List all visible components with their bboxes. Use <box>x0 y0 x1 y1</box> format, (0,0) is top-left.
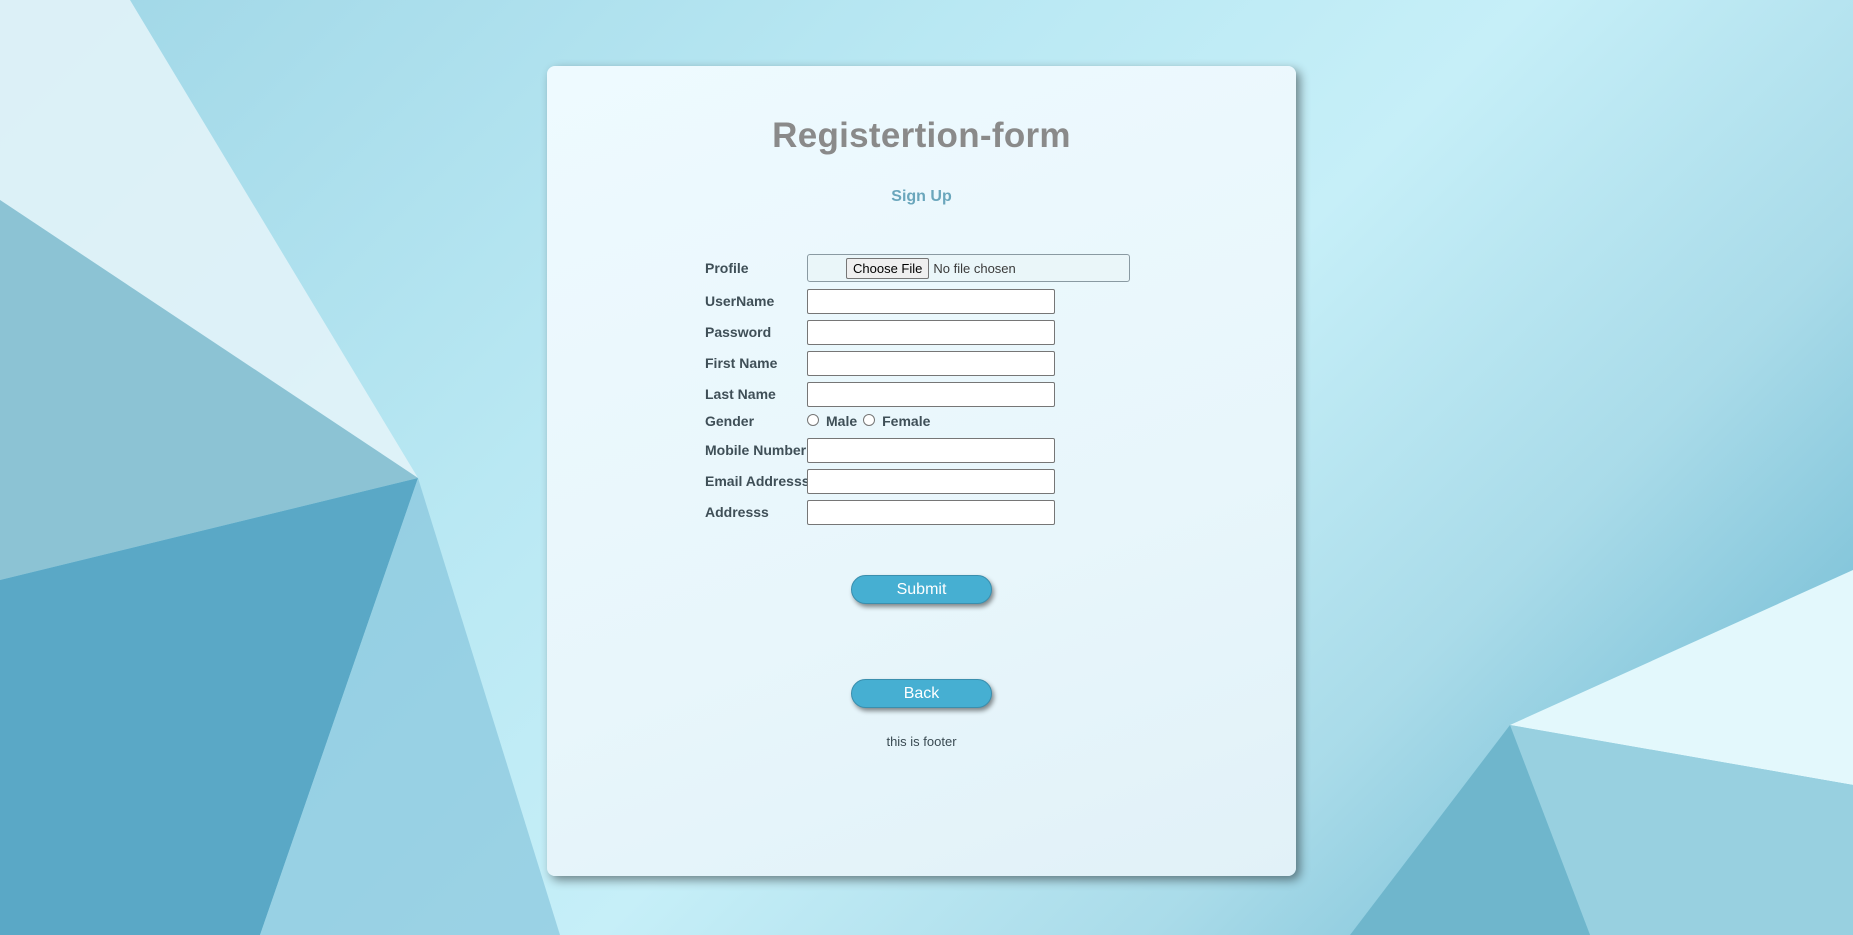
firstname-input[interactable] <box>807 350 1055 376</box>
profile-row: Profile Choose File No file chosen <box>705 253 1130 283</box>
firstname-row: First Name <box>705 350 1055 376</box>
form-subtitle: Sign Up <box>891 188 952 205</box>
password-label: Password <box>705 324 772 340</box>
email-input[interactable] <box>807 468 1055 494</box>
gender-male-radio[interactable] <box>807 413 819 426</box>
firstname-label: First Name <box>705 355 778 371</box>
registration-card: Registertion-form Sign Up Profile Choose… <box>547 66 1296 876</box>
file-status-text: No file chosen <box>933 260 1016 276</box>
profile-label: Profile <box>705 260 749 276</box>
mobile-label: Mobile Number <box>705 442 807 458</box>
lastname-label: Last Name <box>705 386 776 402</box>
email-row: Email Addresss <box>705 468 1055 494</box>
username-label: UserName <box>705 293 775 309</box>
page-title: Registertion-form <box>772 116 1071 155</box>
address-label: Addresss <box>705 504 769 520</box>
lastname-row: Last Name <box>705 381 1055 407</box>
gender-male-label[interactable]: Male <box>826 413 857 429</box>
password-row: Password <box>705 319 1055 345</box>
password-input[interactable] <box>807 319 1055 345</box>
mobile-row: Mobile Number <box>705 437 1055 463</box>
gender-female-label[interactable]: Female <box>882 413 930 429</box>
username-input[interactable] <box>807 288 1055 314</box>
back-button[interactable]: Back <box>851 679 992 708</box>
address-input[interactable] <box>807 499 1055 525</box>
choose-file-button[interactable]: Choose File <box>846 257 930 279</box>
gender-female-radio[interactable] <box>863 413 876 426</box>
email-label: Email Addresss <box>705 473 810 489</box>
username-row: UserName <box>705 288 1055 314</box>
gender-label: Gender <box>705 413 755 429</box>
submit-button[interactable]: Submit <box>851 575 992 604</box>
lastname-input[interactable] <box>807 381 1055 407</box>
mobile-input[interactable] <box>807 437 1055 463</box>
profile-file-input[interactable]: Choose File No file chosen <box>807 254 1130 282</box>
address-row: Addresss <box>705 499 1055 525</box>
gender-row: Gender Male Female <box>705 410 936 432</box>
footer-text: this is footer <box>886 734 957 749</box>
